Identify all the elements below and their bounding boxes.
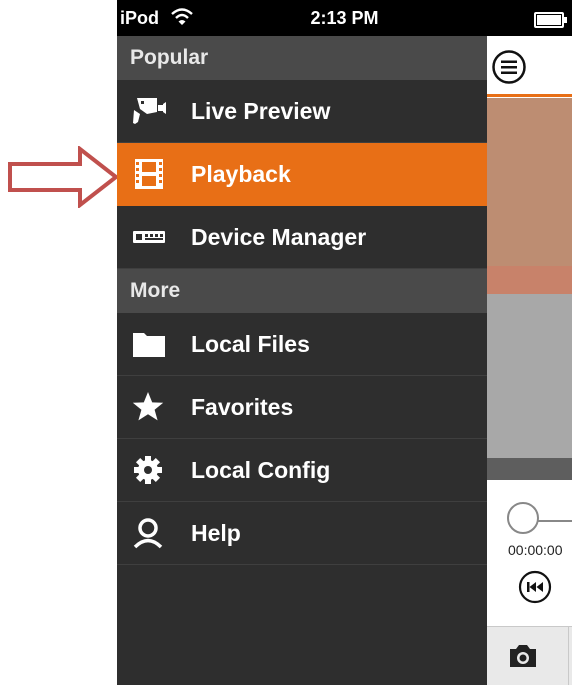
hamburger-menu-icon[interactable] <box>491 49 527 85</box>
menu-item-favorites[interactable]: Favorites <box>117 376 487 439</box>
header-accent-line <box>487 94 572 97</box>
menu-item-device-manager[interactable]: Device Manager <box>117 206 487 269</box>
film-icon <box>135 159 163 189</box>
dvr-icon <box>133 231 165 243</box>
folder-icon <box>133 333 165 357</box>
playback-content-peek: 00:00:00 <box>487 36 572 685</box>
video-view-bottom <box>487 294 572 458</box>
video-view-band <box>487 266 572 294</box>
phone-screen: iPod 2:13 PM Popular Live Preview Playba… <box>117 0 572 685</box>
user-icon <box>133 518 163 549</box>
video-view-top <box>487 98 572 266</box>
star-icon <box>132 392 164 421</box>
section-header-popular: Popular <box>117 36 487 80</box>
battery-icon <box>534 12 567 28</box>
playback-time: 00:00:00 <box>508 542 563 558</box>
menu-item-playback[interactable]: Playback <box>117 143 487 206</box>
menu-item-help[interactable]: Help <box>117 502 487 565</box>
rewind-icon[interactable] <box>518 570 552 604</box>
menu-item-label: Local Config <box>191 457 331 483</box>
timeline-strip <box>487 458 572 480</box>
snapshot-camera-icon[interactable] <box>508 643 538 669</box>
menu-item-local-files[interactable]: Local Files <box>117 313 487 376</box>
menu-item-label: Help <box>191 520 241 546</box>
toolbar-divider <box>568 627 569 685</box>
playback-slider-knob[interactable] <box>507 502 539 534</box>
section-header-more: More <box>117 269 487 313</box>
status-time: 2:13 PM <box>310 8 379 28</box>
gear-icon <box>134 456 162 484</box>
menu-item-live-preview[interactable]: Live Preview <box>117 80 487 143</box>
menu-item-label: Device Manager <box>191 224 367 250</box>
menu-item-label: Local Files <box>191 331 310 357</box>
menu-item-label: Playback <box>191 161 291 187</box>
menu-item-local-config[interactable]: Local Config <box>117 439 487 502</box>
camera-icon <box>133 98 166 124</box>
menu-item-label: Favorites <box>191 394 294 420</box>
annotation-arrow-icon <box>8 146 120 208</box>
screenshot-page: iPod 2:13 PM Popular Live Preview Playba… <box>0 0 572 685</box>
menu-item-label: Live Preview <box>191 98 331 124</box>
side-menu: Popular Live Preview Playback Device Man… <box>117 36 487 685</box>
bottom-toolbar <box>487 626 572 685</box>
status-bar: iPod 2:13 PM <box>117 0 572 36</box>
